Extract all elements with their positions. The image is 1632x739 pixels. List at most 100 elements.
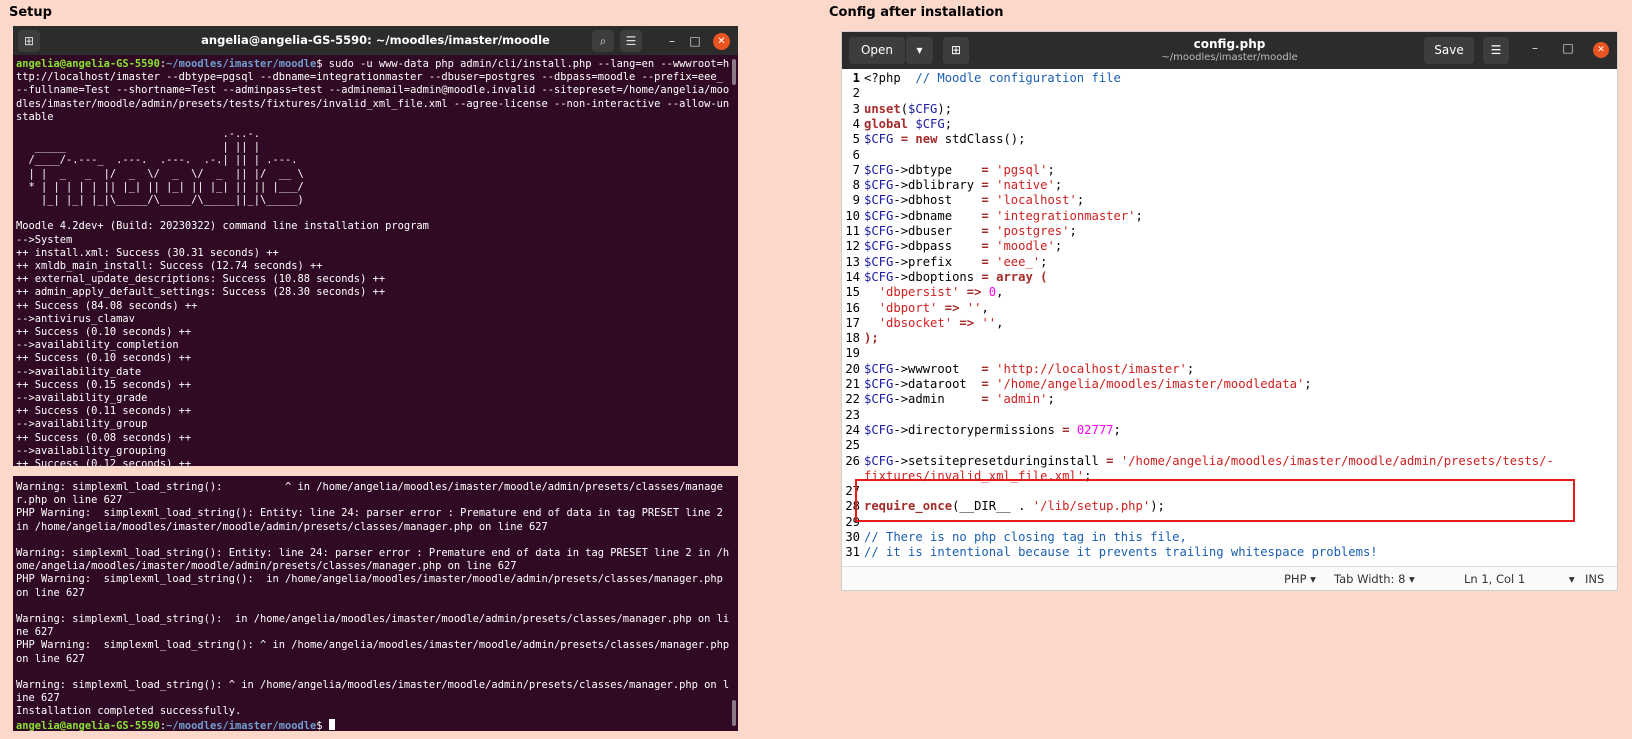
warning-log: Warning: simplexml_load_string(): ^ in /… bbox=[16, 481, 730, 718]
status-bar: PHP ▾ Tab Width: 8 ▾ Ln 1, Col 1 ▾ INS bbox=[842, 566, 1617, 590]
code-line[interactable]: 4 global $CFG; bbox=[842, 117, 1617, 132]
save-button[interactable]: Save bbox=[1424, 37, 1474, 64]
code-line[interactable]: 26 $CFG->setsitepresetduringinstall = '/h… bbox=[842, 454, 1617, 469]
line-number: 30 bbox=[845, 530, 860, 544]
code-line[interactable]: 8 $CFG->dblibrary = 'native'; bbox=[842, 178, 1617, 193]
code-text: $CFG->dbuser = 'postgres'; bbox=[864, 224, 1077, 238]
line-number: 4 bbox=[852, 116, 860, 131]
prompt-path: ~/moodles/imaster/moodle bbox=[166, 719, 317, 731]
code-line[interactable]: 31 // it is intentional because it preven… bbox=[842, 545, 1617, 560]
open-dropdown-icon[interactable]: ▾ bbox=[905, 37, 933, 64]
code-text: unset($CFG); bbox=[864, 101, 953, 116]
line-number: 25 bbox=[845, 438, 860, 453]
editor-headerbar[interactable]: Open ▾ ⊞ config.php ~/moodles/imaster/mo… bbox=[842, 32, 1617, 69]
insert-mode: INS bbox=[1585, 572, 1605, 586]
line-number: 31 bbox=[845, 545, 860, 560]
line-number: 14 bbox=[845, 269, 860, 284]
code-line[interactable]: 24 $CFG->directorypermissions = 02777; bbox=[842, 423, 1617, 438]
config-heading: Config after installation bbox=[829, 5, 1004, 20]
line-number: 13 bbox=[845, 254, 860, 269]
code-line[interactable]: 9 $CFG->dbhost = 'localhost'; bbox=[842, 193, 1617, 208]
cursor-position[interactable]: Ln 1, Col 1 ▾ bbox=[1464, 572, 1575, 586]
code-line[interactable]: 21 $CFG->dataroot = '/home/angelia/moodle… bbox=[842, 377, 1617, 392]
code-text: $CFG->dboptions = array ( bbox=[864, 269, 1048, 284]
line-number: 3 bbox=[852, 101, 860, 116]
new-tab-icon[interactable]: ⊞ bbox=[943, 37, 969, 64]
code-line[interactable]: 11 $CFG->dbuser = 'postgres'; bbox=[842, 224, 1617, 239]
code-line[interactable]: 7 $CFG->dbtype = 'pgsql'; bbox=[842, 163, 1617, 178]
code-line[interactable]: 5 $CFG = new stdClass(); bbox=[842, 132, 1617, 147]
code-line[interactable]: 18); bbox=[842, 331, 1617, 346]
code-text: 'dbpersist' => 0, bbox=[878, 285, 1004, 300]
code-line[interactable]: 20 $CFG->wwwroot = 'http://localhost/imas… bbox=[842, 362, 1617, 377]
line-number: 7 bbox=[852, 162, 860, 177]
code-text: <?php // Moodle configuration file bbox=[864, 71, 1121, 85]
line-number: 24 bbox=[845, 422, 860, 437]
code-text: $CFG->dbtype = 'pgsql'; bbox=[864, 162, 1055, 177]
code-line[interactable]: 15 'dbpersist' => 0, bbox=[842, 285, 1617, 300]
code-line[interactable]: 2 bbox=[842, 86, 1617, 101]
code-line[interactable]: 17 'dbsocket' => '', bbox=[842, 316, 1617, 331]
prompt-path: ~/moodles/imaster/moodle bbox=[166, 58, 317, 70]
prompt-user: angelia@angelia-GS-5590 bbox=[16, 719, 160, 731]
minimize-icon[interactable]: – bbox=[1525, 41, 1545, 55]
code-line[interactable]: 19 bbox=[842, 346, 1617, 361]
code-line[interactable]: 6 bbox=[842, 148, 1617, 163]
code-line[interactable]: 12 $CFG->dbpass = 'moodle'; bbox=[842, 239, 1617, 254]
terminal-titlebar[interactable]: ⊞ angelia@angelia-GS-5590: ~/moodles/ima… bbox=[13, 26, 738, 55]
maximize-icon[interactable]: □ bbox=[684, 30, 706, 52]
code-text: ); bbox=[864, 331, 879, 346]
terminal-window-output[interactable]: Warning: simplexml_load_string(): ^ in /… bbox=[13, 476, 738, 731]
menu-icon[interactable]: ☰ bbox=[620, 30, 642, 52]
line-number: 8 bbox=[852, 178, 860, 193]
terminal-output: angelia@angelia-GS-5590:~/moodles/imaste… bbox=[13, 55, 738, 466]
text-editor-window[interactable]: Open ▾ ⊞ config.php ~/moodles/imaster/mo… bbox=[841, 31, 1618, 591]
terminal-window-setup[interactable]: ⊞ angelia@angelia-GS-5590: ~/moodles/ima… bbox=[13, 26, 738, 466]
close-icon[interactable]: ✕ bbox=[1593, 42, 1609, 58]
document-path: ~/moodles/imaster/moodle bbox=[1161, 52, 1298, 63]
code-line[interactable]: 16 'dbport' => '', bbox=[842, 301, 1617, 316]
code-text: 'dbsocket' => '', bbox=[878, 315, 1004, 330]
language-selector[interactable]: PHP ▾ bbox=[1284, 572, 1316, 586]
line-number: 11 bbox=[845, 224, 860, 238]
code-text: // it is intentional because it prevents… bbox=[864, 545, 1378, 560]
line-number: 17 bbox=[845, 315, 860, 330]
code-line[interactable]: 22 $CFG->admin = 'admin'; bbox=[842, 392, 1617, 407]
open-button[interactable]: Open bbox=[849, 37, 905, 64]
code-line[interactable]: 10 $CFG->dbname = 'integrationmaster'; bbox=[842, 209, 1617, 224]
code-text: $CFG->setsitepresetduringinstall = '/hom… bbox=[864, 453, 1554, 468]
line-number: 1 bbox=[852, 71, 860, 85]
search-icon[interactable]: ⌕ bbox=[592, 30, 614, 52]
code-text: $CFG->wwwroot = 'http://localhost/imaste… bbox=[864, 361, 1195, 376]
terminal-scrollbar[interactable] bbox=[732, 59, 736, 85]
terminal-output: Warning: simplexml_load_string(): ^ in /… bbox=[13, 476, 738, 731]
terminal-scrollbar[interactable] bbox=[732, 700, 736, 726]
maximize-icon[interactable]: □ bbox=[1558, 41, 1578, 55]
line-number: 19 bbox=[845, 346, 860, 361]
code-line[interactable]: 30 // There is no php closing tag in this… bbox=[842, 530, 1617, 545]
code-text: $CFG->dbpass = 'moodle'; bbox=[864, 239, 1063, 254]
line-number: 6 bbox=[852, 147, 860, 162]
code-text: global $CFG; bbox=[864, 116, 953, 131]
code-text: $CFG = new stdClass(); bbox=[864, 132, 1026, 147]
document-title: config.php ~/moodles/imaster/moodle bbox=[1092, 37, 1367, 63]
line-number: 20 bbox=[845, 361, 860, 376]
code-text: $CFG->dbname = 'integrationmaster'; bbox=[864, 208, 1143, 223]
code-line[interactable]: 14 $CFG->dboptions = array ( bbox=[842, 270, 1617, 285]
line-number: 2 bbox=[852, 86, 860, 101]
code-text: 'dbport' => '', bbox=[878, 300, 989, 315]
code-line[interactable]: 13 $CFG->prefix = 'eee_'; bbox=[842, 255, 1617, 270]
minimize-icon[interactable]: – bbox=[661, 30, 683, 52]
menu-icon[interactable]: ☰ bbox=[1483, 37, 1509, 64]
line-number: 12 bbox=[845, 239, 860, 254]
code-editor[interactable]: 1 <?php // Moodle configuration file 2 3 uns… bbox=[842, 69, 1617, 566]
code-text: $CFG->prefix = 'eee_'; bbox=[864, 254, 1048, 269]
code-line[interactable]: 3 unset($CFG); bbox=[842, 102, 1617, 117]
tab-width-selector[interactable]: Tab Width: 8 ▾ bbox=[1334, 572, 1415, 586]
code-line[interactable]: 25 bbox=[842, 438, 1617, 453]
code-line[interactable]: 23 bbox=[842, 408, 1617, 423]
close-icon[interactable]: ✕ bbox=[713, 33, 730, 50]
code-line[interactable]: 1 <?php // Moodle configuration file bbox=[842, 71, 1617, 86]
line-number: 22 bbox=[845, 392, 860, 407]
prompt-user: angelia@angelia-GS-5590 bbox=[16, 58, 160, 70]
